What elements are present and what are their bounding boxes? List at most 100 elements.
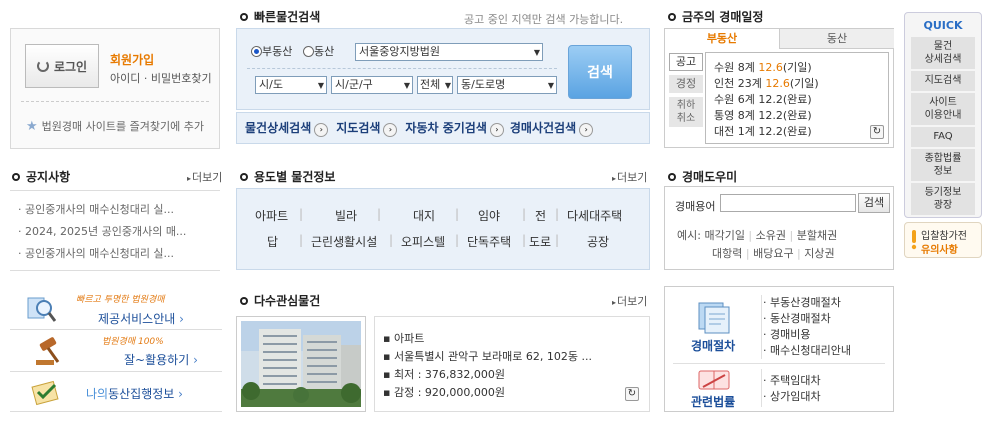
notice-more-link[interactable]: 더보기 — [187, 169, 222, 185]
usage-item[interactable]: 아파트 — [255, 207, 288, 224]
law-link[interactable]: · 상가임대차 — [763, 389, 821, 405]
divider — [761, 295, 762, 359]
usage-item[interactable]: 다세대주택 — [567, 207, 622, 224]
procedure-panel: 경매절차 · 부동산경매절차 · 동산경매절차 · 경매비용 · 매수신청대리안… — [664, 286, 894, 412]
refresh-icon[interactable]: ↻ — [625, 387, 639, 401]
bullet-icon — [12, 172, 20, 181]
sigungu-select[interactable]: 시/군/구 ▼ — [331, 76, 413, 94]
quick-item[interactable]: FAQ — [911, 127, 975, 147]
join-link[interactable]: 회원가입 — [110, 51, 154, 68]
quick-item[interactable]: 지도검색 — [911, 71, 975, 91]
bid-caution-link[interactable]: 입찰참가전 유의사항 — [904, 222, 982, 258]
court-select[interactable]: 서울중앙지방법원 ▼ — [355, 43, 543, 61]
schedule-row[interactable]: 대전 1계 12.2(완료) — [714, 123, 812, 139]
property-type[interactable]: ▪ 아파트 — [383, 330, 424, 346]
chevron-down-icon: ▼ — [533, 48, 540, 57]
bullet-icon — [240, 12, 248, 21]
usage-guide-banner[interactable]: 법원경매 100% 잘~활용하기 › — [10, 332, 222, 372]
vehicle-search-link[interactable]: 자동차 중기검색 › — [405, 119, 504, 137]
schedule-row[interactable]: 통영 8계 12.2(완료) — [714, 107, 812, 123]
login-panel: 로그인 회원가입 아이디 · 비밀번호찾기 ★ 법원경매 사이트를 즐겨찾기에 … — [10, 28, 220, 149]
quick-item[interactable]: 사이트 이용안내 — [911, 93, 975, 125]
property-appraisal: ▪ 감정 : 920,000,000원 — [383, 386, 505, 399]
bullet-icon — [240, 296, 248, 305]
tab-withdraw[interactable]: 취하 취소 — [669, 97, 703, 127]
quick-item[interactable]: 종합법률 정보 — [911, 149, 975, 181]
property-photo[interactable] — [236, 316, 366, 412]
quick-menu-title: QUICK — [923, 19, 963, 32]
map-search-link[interactable]: 지도검색 › — [336, 119, 398, 137]
case-search-link[interactable]: 경매사건검색 › — [510, 119, 594, 137]
term-link[interactable]: 소유권 — [756, 229, 786, 242]
procedure-link[interactable]: · 매수신청대리안내 — [763, 343, 851, 359]
notice-title: 공지사항 — [12, 168, 70, 185]
law-label[interactable]: 관련법률 — [691, 393, 735, 410]
find-id-password-link[interactable]: 아이디 · 비밀번호찾기 — [110, 70, 212, 86]
usage-item[interactable]: 임야 — [478, 207, 500, 224]
property-address[interactable]: ▪ 서울특별시 관악구 보라매로 62, 102동 ... — [383, 348, 592, 364]
usage-item[interactable]: 전 — [535, 207, 546, 224]
tab-announce[interactable]: 공고 — [669, 53, 703, 71]
gavel-icon — [34, 336, 66, 368]
usage-item[interactable]: 도로 — [529, 233, 551, 250]
sido-select[interactable]: 시/도 ▼ — [255, 76, 327, 94]
helper-panel: 경매용어 검색 예시: 매각기일 | 소유권 | 분할채권 대항력 | 배당요구… — [664, 186, 894, 270]
radio-movable[interactable]: 동산 — [303, 43, 334, 59]
notice-item[interactable]: 2024, 2025년 공인중개사의 매... — [18, 223, 208, 239]
quick-item[interactable]: 물건 상세검색 — [911, 37, 975, 69]
law-link[interactable]: · 주택임대차 — [763, 373, 821, 389]
schedule-row[interactable]: 수원 8계 12.6(기일) — [714, 59, 812, 75]
procedure-link[interactable]: · 동산경매절차 — [763, 311, 851, 327]
term-link[interactable]: 분할채권 — [797, 229, 837, 242]
chevron-down-icon: ▼ — [317, 81, 324, 90]
arrow-right-icon: › — [314, 123, 329, 137]
full-select[interactable]: 전체 ▼ — [417, 76, 453, 94]
tab-real-estate[interactable]: 부동산 — [665, 29, 780, 49]
bullet-icon — [668, 172, 676, 181]
procedure-link[interactable]: · 경매비용 — [763, 327, 851, 343]
procedure-label[interactable]: 경매절차 — [691, 337, 735, 354]
term-link[interactable]: 매각기일 — [704, 229, 744, 242]
refresh-icon[interactable]: ↻ — [870, 125, 884, 139]
usage-item[interactable]: 빌라 — [335, 207, 357, 224]
usage-item[interactable]: 대지 — [413, 207, 435, 224]
procedure-link[interactable]: · 부동산경매절차 — [763, 295, 851, 311]
movable-execution-banner[interactable]: 나의동산집행정보 › — [10, 374, 222, 412]
tab-movable[interactable]: 동산 — [780, 29, 894, 49]
usage-panel: 아파트 | 빌라 | 대지 | 임야 | 전 | 다세대주택 답 | 근린생활시… — [236, 188, 650, 270]
term-label: 경매용어 — [675, 200, 716, 213]
term-link[interactable]: 대항력 — [712, 247, 742, 260]
notice-item[interactable]: 공인중개사의 매수신청대리 실... — [18, 201, 208, 217]
quick-search-title: 빠른물건검색 — [240, 8, 320, 25]
usage-item[interactable]: 답 — [267, 233, 278, 250]
login-button[interactable]: 로그인 — [25, 44, 99, 88]
usage-item[interactable]: 공장 — [587, 233, 609, 250]
usage-item[interactable]: 오피스텔 — [401, 233, 445, 250]
interest-more-link[interactable]: 더보기 — [612, 293, 647, 309]
search-button[interactable]: 검색 — [568, 45, 632, 99]
notice-item[interactable]: 공인중개사의 매수신청대리 실... — [18, 245, 208, 261]
divider — [10, 270, 220, 271]
usage-item[interactable]: 단독주택 — [467, 233, 511, 250]
divider — [673, 363, 885, 364]
tab-correction[interactable]: 경정 — [669, 75, 703, 93]
detail-search-link[interactable]: 물건상세검색 › — [245, 119, 329, 137]
schedule-row[interactable]: 인천 23계 12.6(기일) — [714, 75, 819, 91]
term-input[interactable] — [720, 194, 856, 212]
service-info-banner[interactable]: 빠르고 투명한 법원경매 제공서비스안내 › — [10, 290, 222, 330]
term-search-button[interactable]: 검색 — [858, 193, 890, 213]
quick-search-note: 공고 중인 지역만 검색 가능합니다. — [464, 13, 624, 26]
term-link[interactable]: 배당요구 — [753, 247, 793, 260]
banner-label: 나의동산집행정보 › — [86, 387, 183, 401]
radio-real-estate[interactable]: 부동산 — [251, 43, 292, 59]
term-link[interactable]: 지상권 — [804, 247, 834, 260]
dong-select[interactable]: 동/도로명 ▼ — [457, 76, 557, 94]
schedule-row[interactable]: 수원 6계 12.2(완료) — [714, 91, 812, 107]
divider — [247, 68, 557, 69]
usage-more-link[interactable]: 더보기 — [612, 169, 647, 185]
magnifier-icon — [26, 294, 57, 324]
usage-item[interactable]: 근린생활시설 — [311, 233, 377, 250]
law-list: · 주택임대차 · 상가임대차 — [763, 373, 821, 405]
quick-item[interactable]: 등기정보 광장 — [911, 183, 975, 215]
add-favorite-link[interactable]: ★ 법원경매 사이트를 즐겨찾기에 추가 — [26, 118, 204, 134]
